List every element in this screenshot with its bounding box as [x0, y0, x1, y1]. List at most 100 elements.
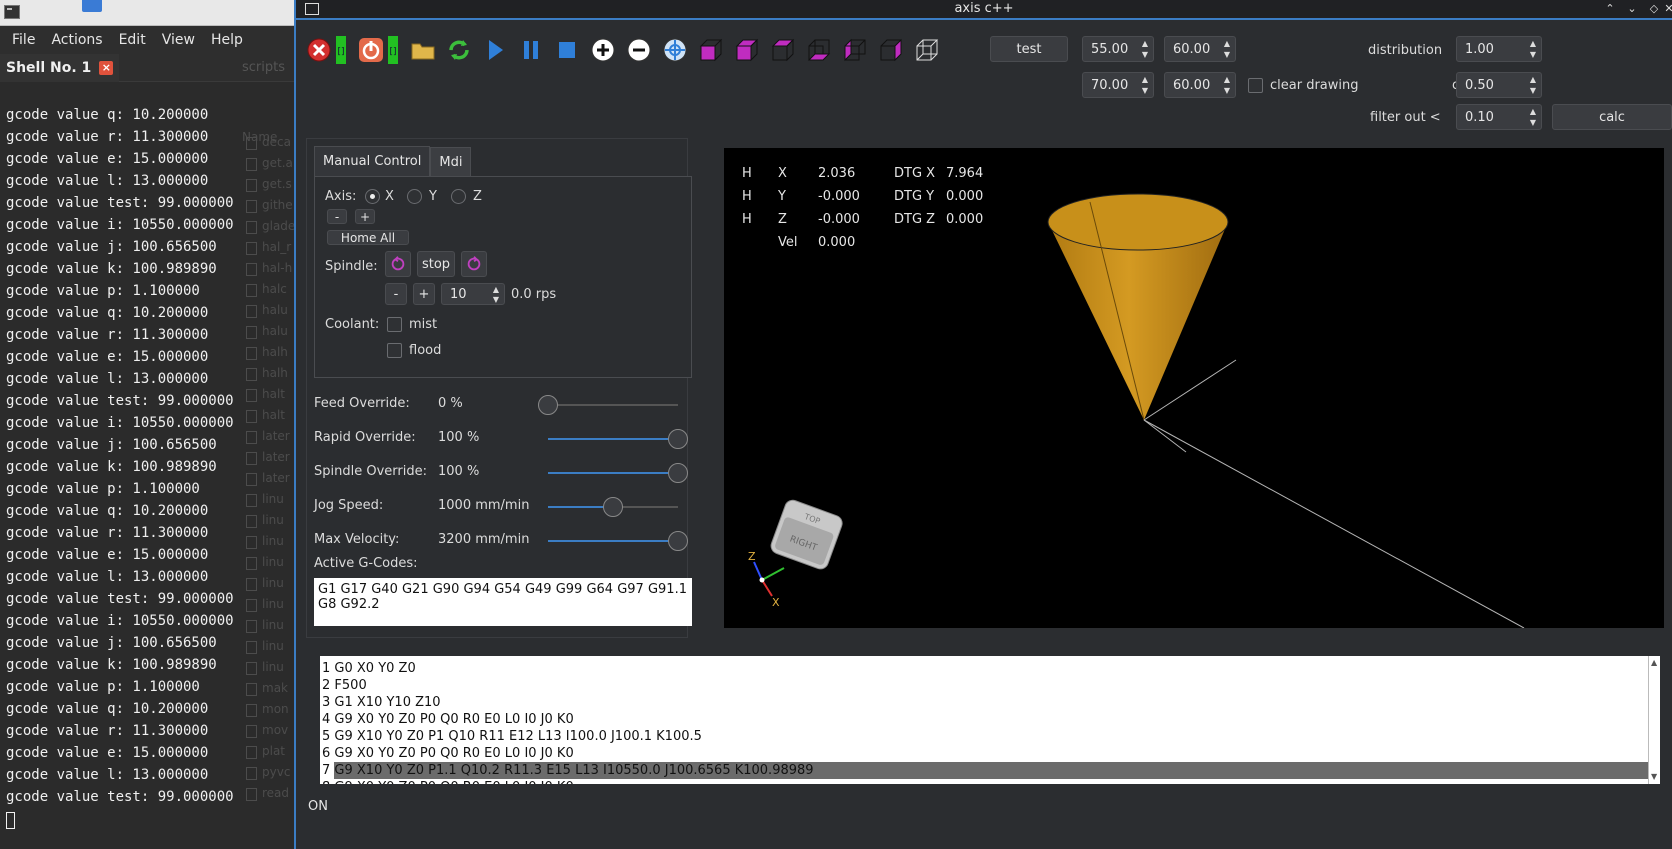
program-line[interactable]: 5 G9 X10 Y0 Z0 P1 Q10 R11 E12 L13 I100.0… — [320, 728, 1648, 745]
tab-shell-1[interactable]: Shell No. 1 × — [0, 54, 120, 82]
maximize-icon[interactable]: ◇ — [1646, 2, 1662, 16]
open-file-button[interactable] — [406, 33, 440, 67]
line-text: G9 X10 Y0 Z0 P1 Q10 R11 E12 L13 I100.0 J… — [334, 729, 702, 744]
param-spinbox-1[interactable]: 55.00 ▲ ▼ — [1082, 36, 1154, 62]
spin-arrows-icon[interactable]: ▲ ▼ — [490, 285, 502, 305]
param-spinbox-2[interactable]: 60.00 ▲ ▼ — [1164, 36, 1236, 62]
cube-bottom-icon — [807, 39, 831, 61]
terminal-line: gcode value p: 1.100000 — [6, 481, 200, 497]
view-right-button[interactable] — [874, 33, 908, 67]
terminal-line: gcode value test: 99.000000 — [6, 789, 234, 805]
flood-checkbox[interactable] — [387, 343, 402, 358]
terminal-icon[interactable] — [4, 5, 20, 19]
program-line[interactable]: 2 F500 — [320, 677, 1648, 694]
axis-z-marker: Z — [748, 550, 756, 563]
program-line[interactable]: 3 G1 X10 Y10 Z10 — [320, 694, 1648, 711]
program-line[interactable]: 4 G9 X0 Y0 Z0 P0 Q0 R0 E0 L0 I0 J0 K0 — [320, 711, 1648, 728]
view-front-button[interactable] — [766, 33, 800, 67]
estop-button[interactable] — [302, 33, 336, 67]
line-number: 3 — [322, 695, 331, 710]
menu-edit[interactable]: Edit — [111, 32, 154, 48]
view-side-button[interactable] — [838, 33, 872, 67]
spindle-plus-button[interactable]: + — [413, 283, 435, 305]
reload-button[interactable] — [442, 33, 476, 67]
jog-minus-button[interactable]: - — [327, 209, 347, 224]
pause-icon — [524, 41, 538, 59]
spindle-stop-button[interactable]: stop — [417, 251, 455, 277]
program-line[interactable]: 1 G0 X0 Y0 Z0 — [320, 660, 1648, 677]
scroll-up-icon[interactable]: ▲ — [1651, 658, 1657, 667]
spin-arrows-icon[interactable]: ▲ ▼ — [1527, 74, 1539, 96]
tab-manual-control[interactable]: Manual Control — [314, 146, 431, 176]
run-button[interactable] — [478, 33, 512, 67]
spin-arrows-icon[interactable]: ▲ ▼ — [1527, 106, 1539, 128]
override-slider-track[interactable] — [548, 404, 678, 406]
cube-top-icon — [735, 38, 759, 62]
spindle-minus-button[interactable]: - — [385, 283, 407, 305]
clear-drawing-checkbox[interactable] — [1248, 78, 1263, 93]
filter-spinbox[interactable]: 0.10 ▲ ▼ — [1456, 104, 1542, 130]
close-window-icon[interactable]: ✕ — [1664, 2, 1672, 16]
view-bottom-button[interactable] — [802, 33, 836, 67]
spin-arrows-icon[interactable]: ▲ ▼ — [1221, 38, 1233, 60]
distribution-spinbox[interactable]: 1.00 ▲ ▼ — [1456, 36, 1542, 62]
program-line[interactable]: 8 G9 X0 Y0 Z0 P0 Q0 R0 E0 L0 I0 J0 K0 — [320, 779, 1648, 784]
offset-spinbox[interactable]: 0.50 ▲ ▼ — [1456, 72, 1542, 98]
close-icon[interactable]: × — [99, 61, 114, 75]
terminal-output[interactable]: gcode value q: 10.200000 gcode value r: 1… — [0, 104, 294, 808]
terminal-line: gcode value k: 100.989890 — [6, 657, 217, 673]
axis-x-radio[interactable] — [365, 189, 380, 204]
view-wire-button[interactable] — [910, 33, 944, 67]
override-slider-knob[interactable] — [668, 429, 688, 449]
terminal-line: gcode value q: 10.200000 — [6, 107, 209, 123]
view-iso-button[interactable] — [694, 33, 728, 67]
flood-label: flood — [409, 343, 442, 358]
override-slider-knob[interactable] — [603, 497, 623, 517]
menu-actions[interactable]: Actions — [43, 32, 110, 48]
terminal-line: gcode value p: 1.100000 — [6, 679, 200, 695]
menu-help[interactable]: Help — [203, 32, 251, 48]
override-slider-knob[interactable] — [538, 395, 558, 415]
line-number: 1 — [322, 661, 331, 676]
param-spinbox-3[interactable]: 70.00 ▲ ▼ — [1082, 72, 1154, 98]
zoom-in-button[interactable] — [586, 33, 620, 67]
spindle-cw-button[interactable] — [461, 251, 487, 277]
jog-plus-button[interactable]: + — [355, 209, 375, 224]
shade-icon[interactable]: ⌃ — [1602, 2, 1618, 16]
test-button[interactable]: test — [990, 36, 1068, 62]
home-all-button[interactable]: Home All — [327, 230, 409, 245]
zoom-out-button[interactable] — [622, 33, 656, 67]
zoom-fit-button[interactable] — [658, 33, 692, 67]
line-text: G9 X0 Y0 Z0 P0 Q0 R0 E0 L0 I0 J0 K0 — [334, 746, 574, 761]
calc-button[interactable]: calc — [1552, 104, 1672, 130]
mist-checkbox[interactable] — [387, 317, 402, 332]
scroll-down-icon[interactable]: ▼ — [1651, 772, 1657, 781]
spindle-speed-spinbox[interactable]: 10 ▲ ▼ — [441, 283, 505, 305]
spin-arrows-icon[interactable]: ▲ ▼ — [1527, 38, 1539, 60]
machine-power-button[interactable] — [354, 33, 388, 67]
axis-y-radio[interactable] — [407, 189, 422, 204]
axis-z-radio[interactable] — [451, 189, 466, 204]
program-line[interactable]: 7 G9 X10 Y0 Z0 P1.1 Q10.2 R11.3 E15 L13 … — [320, 762, 1648, 779]
spindle-ccw-button[interactable] — [385, 251, 411, 277]
view-cube-icon[interactable]: TOP RIGHT Z X — [742, 498, 862, 618]
override-slider-knob[interactable] — [668, 463, 688, 483]
program-scrollbar[interactable]: ▲ ▼ — [1648, 656, 1660, 784]
active-gcodes-label: Active G-Codes: — [314, 556, 418, 571]
stop-button[interactable] — [550, 33, 584, 67]
minimize-icon[interactable]: ⌄ — [1624, 2, 1640, 16]
override-slider-knob[interactable] — [668, 531, 688, 551]
program-line[interactable]: 6 G9 X0 Y0 Z0 P0 Q0 R0 E0 L0 I0 J0 K0 — [320, 745, 1648, 762]
spin-arrows-icon[interactable]: ▲ ▼ — [1139, 74, 1151, 96]
3d-preview[interactable]: H X 2.036 DTG X 7.964 H Y -0.000 DTG Y 0… — [724, 148, 1664, 628]
program-listing[interactable]: 1 G0 X0 Y0 Z0 2 F500 3 G1 X10 Y10 Z10 4 G9 … — [320, 656, 1648, 784]
menu-view[interactable]: View — [154, 32, 203, 48]
spindle-speed-value: 10 — [450, 286, 467, 302]
param-spinbox-4[interactable]: 60.00 ▲ ▼ — [1164, 72, 1236, 98]
view-top-button[interactable] — [730, 33, 764, 67]
tab-mdi[interactable]: Mdi — [430, 147, 472, 177]
spin-arrows-icon[interactable]: ▲ ▼ — [1221, 74, 1233, 96]
spin-arrows-icon[interactable]: ▲ ▼ — [1139, 38, 1151, 60]
menu-file[interactable]: File — [4, 32, 43, 48]
pause-button[interactable] — [514, 33, 548, 67]
